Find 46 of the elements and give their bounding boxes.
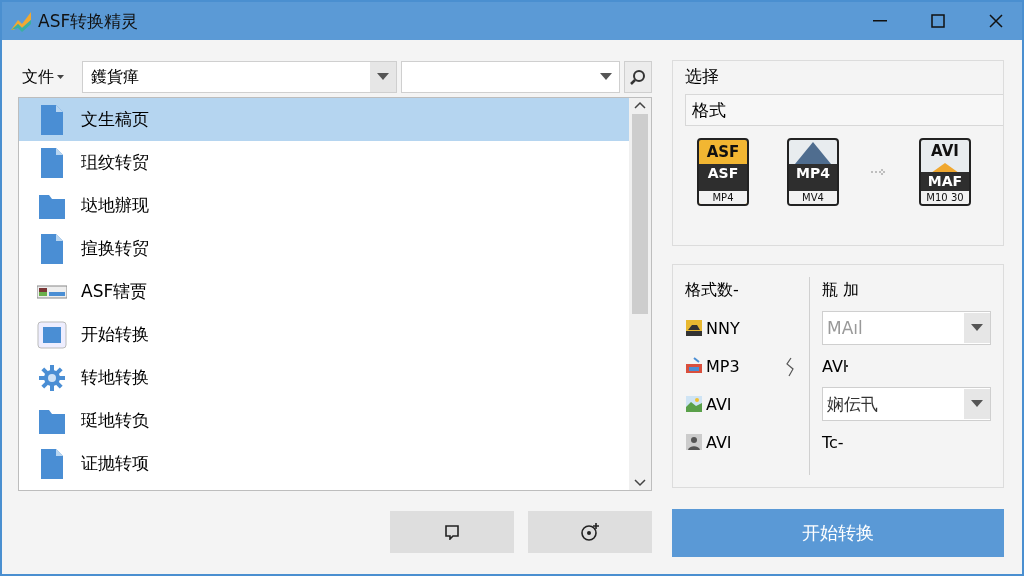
caret-icon	[57, 74, 64, 80]
path-combo[interactable]: 鑊貨瘅	[81, 61, 397, 93]
file-item[interactable]: 证抛转项	[19, 442, 629, 485]
caret-icon	[971, 324, 983, 332]
file-item[interactable]: 开始转换	[19, 313, 629, 356]
file-item[interactable]: 垯地辦现	[19, 184, 629, 227]
close-icon	[989, 14, 1003, 28]
file-format-icon[interactable]: ASF ASF MP4	[697, 138, 749, 206]
field-label: 瓶 加	[822, 278, 861, 301]
app-logo-icon	[10, 10, 32, 32]
panel-heading: 格式数-	[685, 278, 740, 301]
search-button[interactable]	[624, 61, 652, 93]
caret-icon	[376, 73, 389, 81]
file-format-icon[interactable]: AVI MAF M10 30	[919, 138, 971, 206]
note-text: Tc-	[822, 431, 845, 454]
format-item[interactable]: AVI	[685, 391, 803, 417]
group-title: 选择	[684, 65, 720, 88]
file-format-icon[interactable]: MP4 MV4	[787, 138, 839, 206]
format-item[interactable]: AVI	[685, 429, 803, 455]
file-item[interactable]: 揎换转贸	[19, 227, 629, 270]
file-menu[interactable]: 文件	[18, 66, 78, 88]
file-item[interactable]: 文生稿页	[19, 98, 629, 141]
caret-icon	[971, 400, 983, 408]
format-item[interactable]: NNY	[685, 315, 803, 341]
file-item[interactable]: 珇纹转贸	[19, 141, 629, 184]
window-title: ASF转换精灵	[38, 9, 140, 33]
file-item[interactable]: 转地转换	[19, 356, 629, 399]
add-media-button[interactable]	[528, 511, 652, 553]
search-icon	[630, 69, 647, 85]
disc-plus-icon	[580, 522, 600, 542]
speech-bubble-icon	[444, 524, 460, 540]
file-item[interactable]: ASF辖贾	[19, 270, 629, 313]
arrow-icon	[871, 168, 887, 176]
maximize-icon	[931, 14, 945, 28]
format-select[interactable]: 娴伝卂	[822, 387, 991, 421]
caret-icon	[600, 73, 613, 81]
landscape-icon	[685, 394, 703, 414]
squiggle-icon	[785, 357, 795, 377]
window-icon	[37, 318, 67, 351]
person-icon	[685, 432, 703, 452]
scrollbar-thumb[interactable]	[632, 114, 648, 314]
minimize-icon	[873, 20, 887, 22]
format-item[interactable]: MP3	[685, 353, 803, 379]
file-item[interactable]: 珽地转负	[19, 399, 629, 442]
format-header: 格式	[685, 94, 1003, 126]
field-label: AVŀ	[822, 355, 850, 378]
